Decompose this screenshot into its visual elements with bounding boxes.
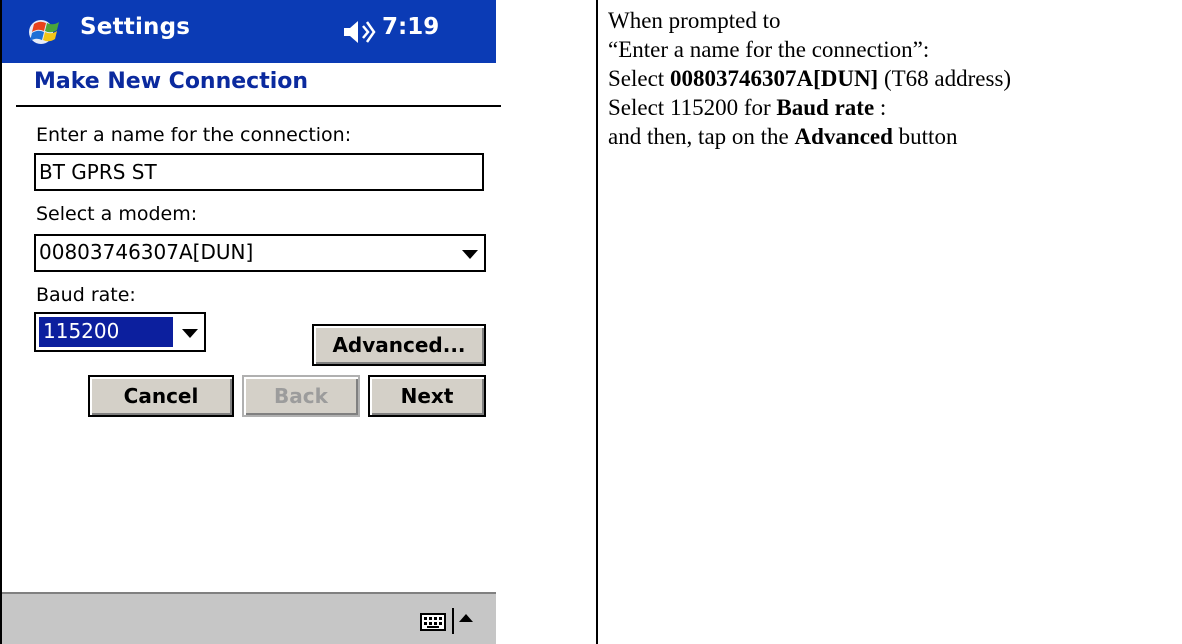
page-title: Make New Connection	[34, 69, 309, 94]
app-title: Settings	[80, 14, 191, 40]
instruction-text-part: Select	[608, 66, 670, 91]
back-button[interactable]: Back	[242, 375, 360, 417]
windows-flag-icon[interactable]	[28, 14, 66, 50]
instruction-line: Select 00803746307A[DUN] (T68 address)	[608, 64, 1178, 93]
instruction-line: Select 115200 for Baud rate :	[608, 93, 1178, 122]
modem-select-value: 00803746307A[DUN]	[39, 240, 254, 264]
instruction-line: When prompted to	[608, 8, 781, 33]
baud-rate-select-value: 115200	[39, 317, 173, 347]
menu-bar	[2, 592, 496, 644]
pocket-pc-screen: Settings 7:19 Make New Connection Enter …	[2, 0, 501, 644]
chevron-down-icon[interactable]	[462, 250, 478, 259]
connection-name-input[interactable]: BT GPRS ST	[34, 153, 484, 191]
advanced-button[interactable]: Advanced...	[312, 324, 486, 366]
title-bar: Settings 7:19	[2, 0, 496, 63]
chevron-down-icon[interactable]	[182, 329, 198, 338]
up-arrow-icon[interactable]	[459, 614, 473, 622]
heading-divider	[16, 105, 501, 107]
baud-rate-label: Baud rate:	[36, 284, 136, 306]
instruction-text: When prompted to “Enter a name for the c…	[608, 6, 1178, 151]
modem-label: Select a modem:	[36, 203, 198, 225]
clock[interactable]: 7:19	[382, 14, 439, 40]
instruction-emphasis: Baud rate	[776, 95, 875, 120]
table-column-divider	[596, 0, 598, 644]
instruction-text-part: button	[892, 124, 958, 149]
next-button[interactable]: Next	[368, 375, 486, 417]
instruction-text-part: Select 115200 for	[608, 95, 777, 120]
instruction-text-part: and then, tap on the	[608, 124, 795, 149]
menu-separator	[452, 608, 454, 634]
modem-select[interactable]: 00803746307A[DUN]	[34, 234, 486, 272]
instruction-emphasis: 00803746307A[DUN]	[669, 66, 879, 91]
keyboard-icon[interactable]	[420, 613, 446, 631]
connection-name-label: Enter a name for the connection:	[36, 124, 352, 146]
instruction-text-part: :	[874, 95, 887, 120]
document-table: Settings 7:19 Make New Connection Enter …	[0, 0, 1182, 644]
cancel-button[interactable]: Cancel	[88, 375, 234, 417]
speaker-icon[interactable]	[342, 18, 376, 46]
instruction-line: “Enter a name for the connection”:	[608, 37, 930, 62]
instruction-line: and then, tap on the Advanced button	[608, 122, 1178, 151]
baud-rate-select[interactable]: 115200	[34, 312, 206, 352]
instruction-emphasis: Advanced	[794, 124, 893, 149]
instruction-text-part: (T68 address)	[878, 66, 1012, 91]
